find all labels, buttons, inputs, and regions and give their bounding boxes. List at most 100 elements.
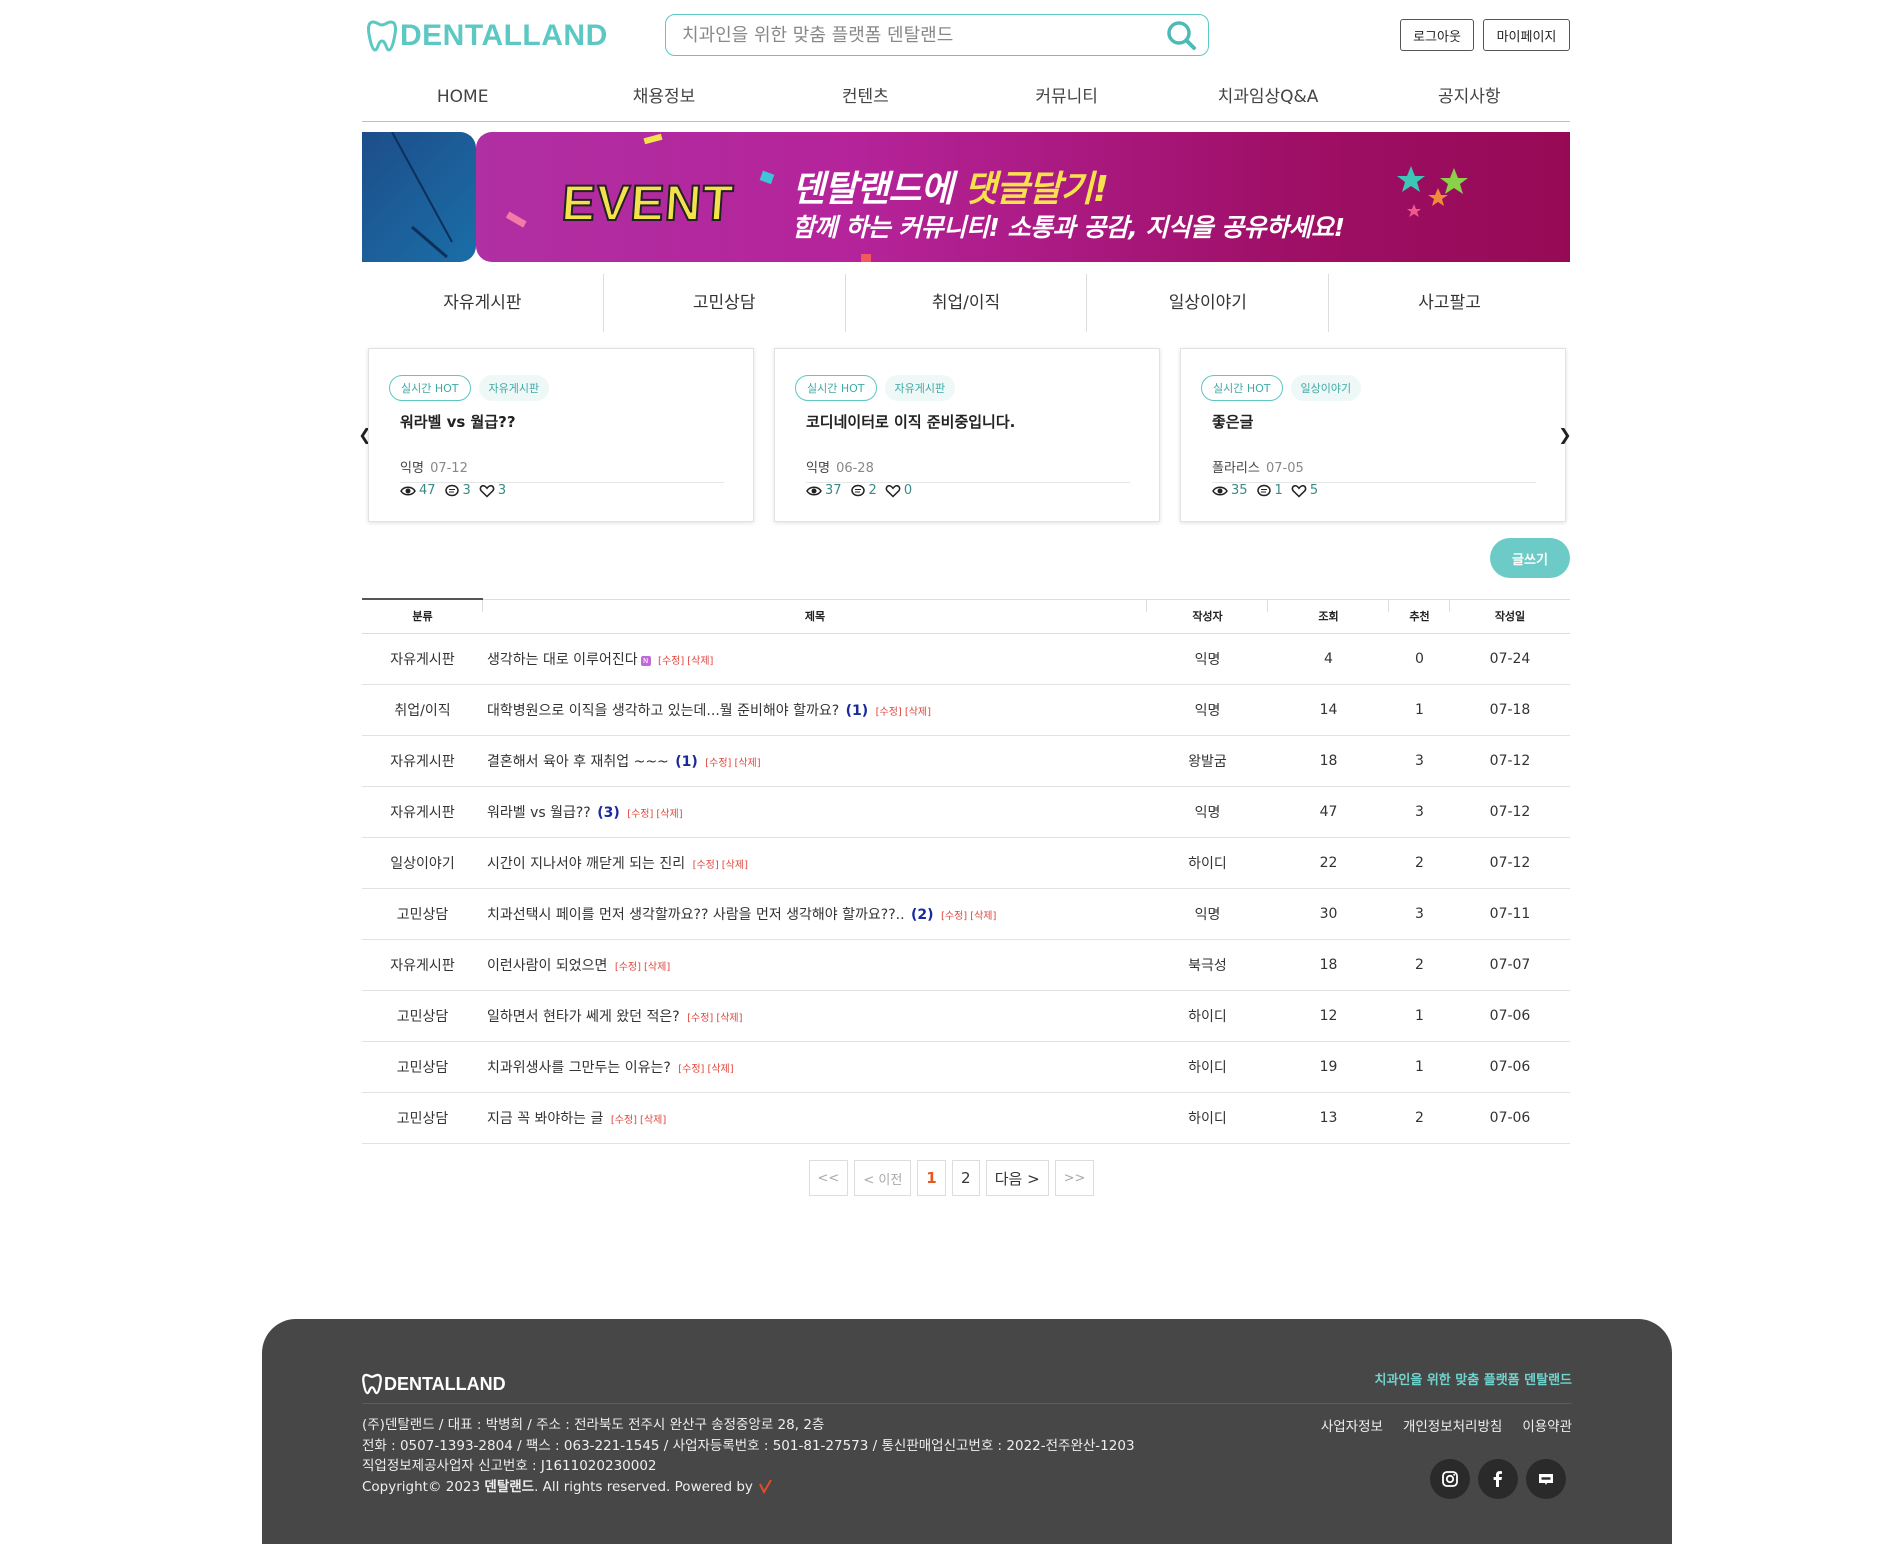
first-page-button[interactable]: <<	[808, 1160, 849, 1196]
site-header: DENTALLAND 로그아웃 마이페이지	[362, 14, 1570, 58]
row-likes: 1	[1389, 1041, 1450, 1093]
business-info-link[interactable]: 사업자정보	[1321, 1415, 1383, 1435]
carousel-next-arrow-icon[interactable]: ❯	[1558, 424, 1572, 444]
post-title-link[interactable]: 대학병원으로 이직을 생각하고 있는데...뭘 준비해야 할까요?	[487, 703, 839, 719]
row-date: 07-07	[1450, 939, 1570, 991]
banner-title-highlight: 댓글달기!	[964, 169, 1109, 210]
post-title-link[interactable]: 지금 꼭 봐야하는 글	[487, 1111, 603, 1127]
edit-link[interactable]: [수정]	[687, 1013, 713, 1024]
blog-icon[interactable]	[1526, 1459, 1566, 1499]
card-stats: 47 3 3	[400, 483, 514, 498]
table-row[interactable]: 자유게시판 이런사람이 되었으면 [수정] [삭제] 북극성 18 2 07-07	[362, 939, 1570, 991]
tab-free-board[interactable]: 자유게시판	[362, 274, 604, 332]
delete-link[interactable]: [삭제]	[970, 911, 996, 922]
post-title-link[interactable]: 결혼해서 육아 후 재취업 ~~~	[487, 754, 669, 770]
page-1-button[interactable]: 1	[917, 1160, 946, 1196]
delete-link[interactable]: [삭제]	[640, 1115, 666, 1126]
post-title-link[interactable]: 워라벨 vs 월급??	[487, 805, 591, 821]
edit-link[interactable]: [수정]	[658, 656, 684, 667]
logout-button[interactable]: 로그아웃	[1400, 19, 1474, 51]
nav-contents[interactable]: 컨텐츠	[765, 70, 966, 121]
table-row[interactable]: 고민상담 일하면서 현타가 쎄게 왔던 적은? [수정] [삭제] 하이디 12 1 07-…	[362, 990, 1570, 1042]
delete-link[interactable]: [삭제]	[707, 1064, 733, 1075]
site-logo[interactable]: DENTALLAND	[367, 18, 608, 54]
card-title: 코디네이터로 이직 준비중입니다.	[806, 413, 1016, 431]
search-box	[665, 14, 1209, 56]
post-title-link[interactable]: 치과선택시 페이를 먼저 생각할까요?? 사람을 먼저 생각해야 할까요??..	[487, 907, 905, 923]
nav-notice[interactable]: 공지사항	[1369, 70, 1570, 121]
delete-link[interactable]: [삭제]	[656, 809, 682, 820]
delete-link[interactable]: [삭제]	[687, 656, 713, 667]
edit-link[interactable]: [수정]	[693, 860, 719, 871]
page-2-button[interactable]: 2	[951, 1160, 980, 1196]
nav-jobs[interactable]: 채용정보	[563, 70, 764, 121]
edit-link[interactable]: [수정]	[876, 707, 902, 718]
next-page-button[interactable]: 다음 >	[985, 1160, 1049, 1196]
post-title-link[interactable]: 일하면서 현타가 쎄게 왔던 적은?	[487, 1009, 680, 1025]
write-post-button[interactable]: 글쓰기	[1490, 538, 1570, 578]
facebook-icon[interactable]	[1478, 1459, 1518, 1499]
sns-links	[1430, 1459, 1566, 1499]
table-row[interactable]: 고민상담 지금 꼭 봐야하는 글 [수정] [삭제] 하이디 13 2 07-06	[362, 1092, 1570, 1144]
edit-link[interactable]: [수정]	[941, 911, 967, 922]
card-author: 폴라리스	[1212, 461, 1260, 476]
hot-post-card[interactable]: 실시간 HOT 자유게시판 워라벨 vs 월급?? 익명 07-12 47 3 …	[368, 348, 754, 522]
nav-home[interactable]: HOME	[362, 70, 563, 121]
edit-link[interactable]: [수정]	[627, 809, 653, 820]
tab-counseling[interactable]: 고민상담	[604, 274, 846, 332]
row-title: 시간이 지나서야 깨닫게 되는 진리 [수정] [삭제]	[483, 837, 1147, 889]
row-views: 47	[1268, 786, 1389, 838]
banner-subtitle: 함께 하는 커뮤니티! 소통과 공감, 지식을 공유하세요!	[792, 213, 1345, 242]
row-date: 07-06	[1450, 990, 1570, 1042]
row-category: 취업/이직	[362, 684, 483, 736]
row-likes: 2	[1389, 1092, 1450, 1144]
row-title: 대학병원으로 이직을 생각하고 있는데...뭘 준비해야 할까요? (1) [수…	[483, 684, 1147, 736]
nav-clinical-qa[interactable]: 치과임상Q&A	[1167, 70, 1368, 121]
privacy-policy-link[interactable]: 개인정보처리방침	[1403, 1415, 1502, 1435]
hot-post-card[interactable]: 실시간 HOT 일상이야기 좋은글 폴라리스 07-05 35 1 5	[1180, 348, 1566, 522]
delete-link[interactable]: [삭제]	[734, 758, 760, 769]
footer-logo[interactable]: DENTALLAND	[362, 1373, 506, 1395]
nav-community[interactable]: 커뮤니티	[966, 70, 1167, 121]
instagram-icon[interactable]	[1430, 1459, 1470, 1499]
table-row[interactable]: 취업/이직 대학병원으로 이직을 생각하고 있는데...뭘 준비해야 할까요? (…	[362, 684, 1570, 736]
row-likes: 3	[1389, 786, 1450, 838]
tab-buy-sell[interactable]: 사고팔고	[1329, 274, 1570, 332]
terms-link[interactable]: 이용약관	[1522, 1415, 1572, 1435]
event-banner[interactable]: EVENT 덴탈랜드에 댓글달기! 함께 하는 커뮤니티! 소통과 공감, 지식…	[362, 132, 1570, 262]
tab-daily-story[interactable]: 일상이야기	[1087, 274, 1330, 332]
hot-post-card[interactable]: 실시간 HOT 자유게시판 코디네이터로 이직 준비중입니다. 익명 06-28…	[774, 348, 1160, 522]
edit-link[interactable]: [수정]	[611, 1115, 637, 1126]
delete-link[interactable]: [삭제]	[722, 860, 748, 871]
post-title-link[interactable]: 이런사람이 되었으면	[487, 958, 607, 974]
delete-link[interactable]: [삭제]	[644, 962, 670, 973]
table-row[interactable]: 자유게시판 결혼해서 육아 후 재취업 ~~~ (1) [수정] [삭제] 왕발굼 18…	[362, 735, 1570, 787]
post-title-link[interactable]: 시간이 지나서야 깨닫게 되는 진리	[487, 856, 685, 872]
tab-job-change[interactable]: 취업/이직	[846, 274, 1088, 332]
search-icon[interactable]	[1164, 18, 1198, 52]
delete-link[interactable]: [삭제]	[905, 707, 931, 718]
prev-page-button[interactable]: < 이전	[854, 1160, 912, 1196]
banner-title: 덴탈랜드에 댓글달기!	[792, 160, 1109, 212]
card-date: 07-05	[1265, 461, 1304, 476]
row-date: 07-12	[1450, 735, 1570, 787]
mypage-button[interactable]: 마이페이지	[1483, 19, 1570, 51]
last-page-button[interactable]: >>	[1054, 1160, 1095, 1196]
table-row[interactable]: 자유게시판 워라벨 vs 월급?? (3) [수정] [삭제] 익명 47 3 07-12	[362, 786, 1570, 838]
delete-link[interactable]: [삭제]	[716, 1013, 742, 1024]
row-views: 13	[1268, 1092, 1389, 1144]
table-row[interactable]: 일상이야기 시간이 지나서야 깨닫게 되는 진리 [수정] [삭제] 하이디 22 2 07…	[362, 837, 1570, 889]
edit-link[interactable]: [수정]	[705, 758, 731, 769]
comment-icon	[444, 484, 459, 496]
post-title-link[interactable]: 생각하는 대로 이루어진다	[487, 652, 638, 668]
card-meta: 폴라리스 07-05	[1212, 457, 1536, 483]
table-row[interactable]: 고민상담 치과위생사를 그만두는 이유는? [수정] [삭제] 하이디 19 1 07-06	[362, 1041, 1570, 1093]
search-input[interactable]	[682, 24, 1164, 46]
post-title-link[interactable]: 치과위생사를 그만두는 이유는?	[487, 1060, 671, 1076]
row-views: 18	[1268, 939, 1389, 991]
table-row[interactable]: 자유게시판 생각하는 대로 이루어진다 N [수정] [삭제] 익명 4 0 07-24	[362, 633, 1570, 685]
card-title: 좋은글	[1212, 413, 1254, 431]
table-row[interactable]: 고민상담 치과선택시 페이를 먼저 생각할까요?? 사람을 먼저 생각해야 할까요…	[362, 888, 1570, 940]
edit-link[interactable]: [수정]	[615, 962, 641, 973]
edit-link[interactable]: [수정]	[678, 1064, 704, 1075]
